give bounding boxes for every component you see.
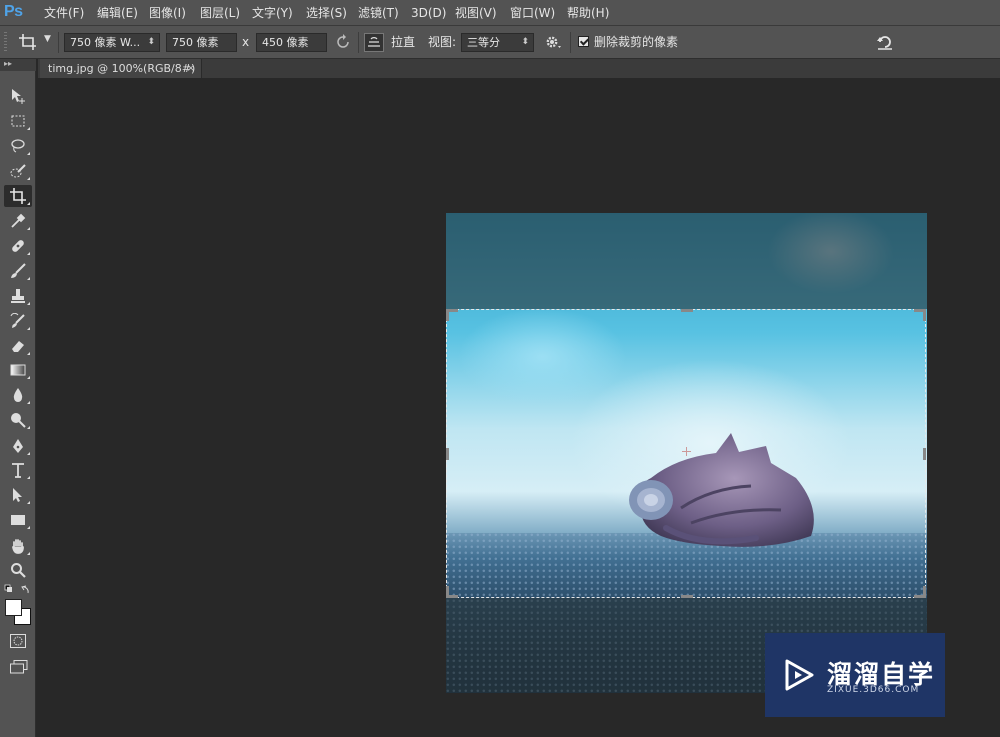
crop-handle-bottom[interactable] bbox=[681, 595, 693, 598]
menu-bar: Ps 文件(F) 编辑(E) 图像(I) 图层(L) 文字(Y) 选择(S) 滤… bbox=[0, 0, 1000, 26]
ratio-preset-select[interactable]: 750 像素 W... bbox=[64, 33, 160, 52]
dodge-tool[interactable] bbox=[4, 409, 32, 431]
straighten-label[interactable]: 拉直 bbox=[391, 34, 415, 51]
view-label: 视图: bbox=[428, 35, 457, 49]
gradient-icon bbox=[10, 364, 26, 376]
stamp-icon bbox=[11, 289, 25, 303]
straighten-icon[interactable] bbox=[364, 33, 384, 52]
document-canvas[interactable] bbox=[446, 213, 927, 693]
crop-handle-bottom-right[interactable] bbox=[923, 586, 926, 598]
menu-layer[interactable]: 图层(L) bbox=[200, 0, 240, 26]
menu-image[interactable]: 图像(I) bbox=[149, 0, 186, 26]
menu-filter[interactable]: 滤镜(T) bbox=[358, 0, 399, 26]
droplet-icon bbox=[13, 388, 23, 402]
document-tab[interactable]: timg.jpg @ 100%(RGB/8#) × bbox=[40, 59, 202, 78]
close-icon[interactable]: × bbox=[187, 59, 195, 78]
crop-handle-top-left[interactable] bbox=[446, 309, 449, 321]
quick-selection-tool[interactable] bbox=[4, 160, 32, 182]
swap-default-colors-icon[interactable] bbox=[4, 584, 32, 596]
menu-select[interactable]: 选择(S) bbox=[306, 0, 347, 26]
delete-cropped-label[interactable]: 删除裁剪的像素 bbox=[594, 34, 678, 51]
brush-tool[interactable] bbox=[4, 260, 32, 282]
menu-window[interactable]: 窗口(W) bbox=[510, 0, 555, 26]
marquee-icon bbox=[11, 115, 25, 127]
gradient-tool[interactable] bbox=[4, 359, 32, 381]
dodge-icon bbox=[11, 413, 26, 428]
lasso-tool[interactable] bbox=[4, 135, 32, 157]
screen-mode-icon[interactable] bbox=[10, 660, 28, 674]
watermark: 溜溜自学 ZIXUE.3D66.COM bbox=[765, 633, 945, 717]
move-tool[interactable] bbox=[4, 85, 32, 107]
separator bbox=[570, 32, 571, 53]
crop-tool-icon[interactable] bbox=[18, 33, 38, 51]
crop-tool[interactable] bbox=[4, 185, 32, 207]
photoshop-logo: Ps bbox=[4, 3, 23, 20]
healing-brush-tool[interactable] bbox=[4, 235, 32, 257]
bandage-icon bbox=[12, 240, 24, 252]
eraser-icon bbox=[12, 341, 24, 352]
type-tool[interactable] bbox=[4, 459, 32, 481]
delete-cropped-checkbox[interactable] bbox=[578, 36, 589, 47]
options-grip[interactable] bbox=[4, 32, 7, 52]
tool-preset-arrow-icon[interactable]: ▼ bbox=[44, 34, 51, 44]
toolbox-collapse-icon[interactable]: ▸▸ bbox=[0, 59, 36, 71]
play-logo-icon bbox=[785, 659, 814, 691]
magnifier-icon bbox=[11, 563, 26, 578]
lasso-icon bbox=[11, 139, 25, 153]
rectangle-tool[interactable] bbox=[4, 509, 32, 531]
crop-handle-right[interactable] bbox=[923, 448, 926, 460]
type-icon bbox=[12, 463, 24, 478]
hand-icon bbox=[12, 539, 24, 554]
crop-center-icon bbox=[682, 447, 691, 456]
path-selection-tool[interactable] bbox=[4, 484, 32, 506]
menu-help[interactable]: 帮助(H) bbox=[567, 0, 609, 26]
menu-type[interactable]: 文字(Y) bbox=[252, 0, 293, 26]
pen-icon bbox=[13, 439, 23, 453]
crop-handle-top-right[interactable] bbox=[923, 309, 926, 321]
eyedropper-tool[interactable] bbox=[4, 210, 32, 232]
overlay-view-select[interactable]: 三等分 bbox=[461, 33, 534, 52]
foreground-color-swatch[interactable] bbox=[5, 599, 22, 616]
crop-icon bbox=[10, 188, 26, 204]
menu-file[interactable]: 文件(F) bbox=[44, 0, 84, 26]
brush-icon bbox=[11, 263, 26, 278]
move-icon bbox=[12, 89, 25, 104]
blur-tool[interactable] bbox=[4, 384, 32, 406]
clone-stamp-tool[interactable] bbox=[4, 285, 32, 307]
quick-mask-icon[interactable] bbox=[10, 634, 26, 648]
hand-tool[interactable] bbox=[4, 535, 32, 557]
options-bar: ▼ 750 像素 W... 750 像素 x 450 像素 拉直 视图: 三等分… bbox=[0, 26, 1000, 59]
eyedropper-icon bbox=[11, 213, 26, 228]
crop-box[interactable] bbox=[446, 309, 926, 598]
eraser-tool[interactable] bbox=[4, 335, 32, 357]
watermark-url: ZIXUE.3D66.COM bbox=[827, 685, 920, 695]
clear-rotate-icon[interactable] bbox=[335, 34, 351, 50]
separator bbox=[58, 32, 59, 53]
crop-height-input[interactable]: 450 像素 bbox=[256, 33, 327, 52]
history-brush-icon bbox=[10, 313, 25, 328]
swap-dimensions-label[interactable]: x bbox=[242, 34, 249, 51]
crop-width-input[interactable]: 750 像素 bbox=[166, 33, 237, 52]
toolbox: ▸▸ bbox=[0, 59, 36, 737]
document-tab-bar: timg.jpg @ 100%(RGB/8#) × bbox=[38, 59, 1000, 78]
menu-3d[interactable]: 3D(D) bbox=[411, 0, 446, 26]
menu-edit[interactable]: 编辑(E) bbox=[97, 0, 138, 26]
history-brush-tool[interactable] bbox=[4, 310, 32, 332]
rectangle-icon bbox=[11, 515, 25, 525]
path-selection-icon bbox=[13, 488, 22, 502]
menu-view[interactable]: 视图(V) bbox=[455, 0, 497, 26]
marquee-tool[interactable] bbox=[4, 110, 32, 132]
crop-handle-bottom-left[interactable] bbox=[446, 586, 449, 598]
document-tab-title: timg.jpg @ 100%(RGB/8#) bbox=[48, 62, 196, 75]
quick-selection-icon bbox=[10, 164, 26, 178]
crop-shield-top bbox=[446, 213, 927, 309]
crop-handle-left[interactable] bbox=[446, 448, 449, 460]
gear-icon[interactable] bbox=[545, 34, 561, 50]
reset-crop-icon[interactable] bbox=[876, 33, 894, 51]
separator bbox=[358, 32, 359, 53]
pen-tool[interactable] bbox=[4, 435, 32, 457]
zoom-tool[interactable] bbox=[4, 559, 32, 581]
crop-handle-top[interactable] bbox=[681, 309, 693, 312]
